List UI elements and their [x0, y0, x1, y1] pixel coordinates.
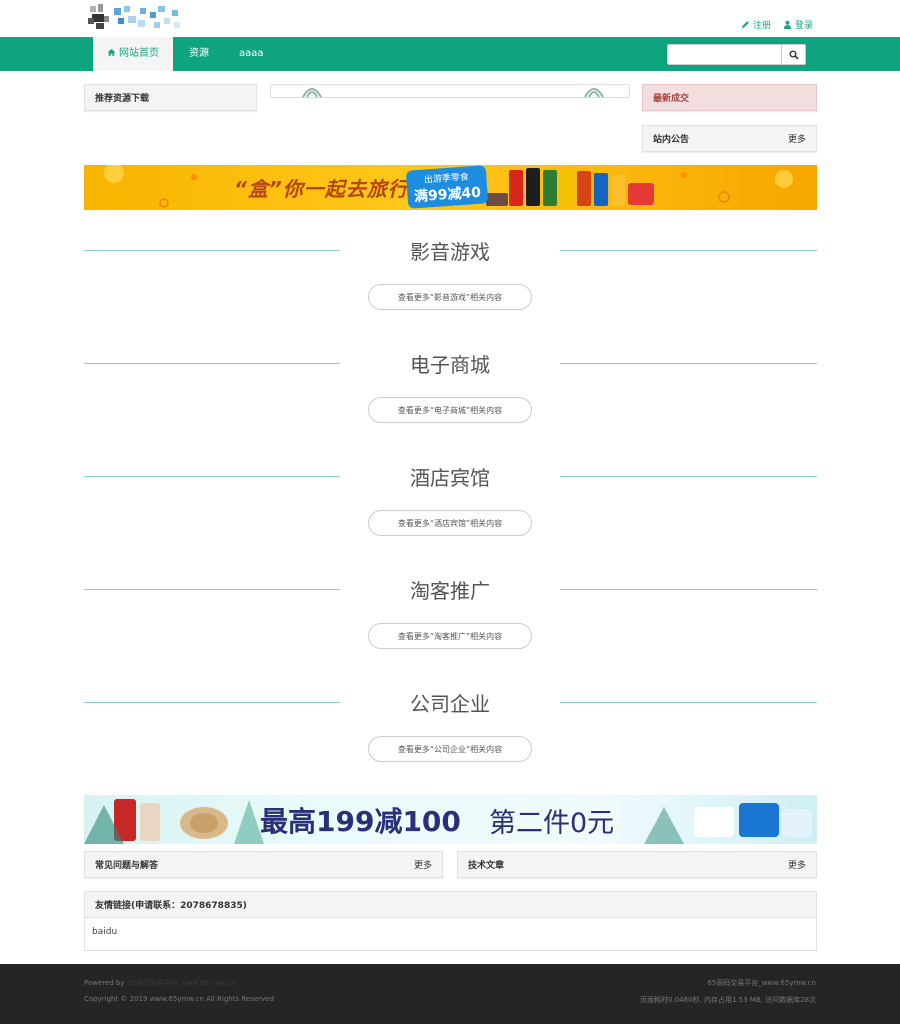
section-divider-right	[560, 589, 817, 590]
section-divider-left	[84, 363, 340, 364]
section-title: 酒店宾馆	[410, 466, 490, 490]
section-title: 电子商城	[410, 353, 490, 377]
notice-title: 站内公告	[653, 135, 690, 145]
faq-title: 常见问题与解答	[95, 861, 159, 871]
footer-powered-prefix: Powered by	[84, 979, 125, 987]
nav-home[interactable]: 网站首页	[93, 37, 173, 71]
banner-badge: 出游季零食 满99减40	[405, 165, 489, 209]
main-nav: 网站首页 资源 aaaa	[0, 37, 900, 71]
section-more-button[interactable]: 查看更多“公司企业”相关内容	[368, 736, 532, 762]
register-link[interactable]: 注册	[741, 18, 771, 31]
section-divider-left	[84, 476, 340, 477]
section-divider-right	[560, 250, 817, 251]
latest-title: 最新成交	[653, 94, 690, 104]
articles-title: 技术文章	[468, 861, 505, 871]
recommend-title: 推荐资源下载	[95, 94, 150, 104]
friend-links-panel: 友情链接(申请联系：2078678835) baidu	[84, 891, 817, 951]
recommend-panel-header: 推荐资源下载	[84, 84, 257, 111]
latest-deals-panel-header: 最新成交	[642, 84, 817, 111]
nav-item-aaaa[interactable]: aaaa	[239, 37, 264, 71]
section-divider-left	[84, 589, 340, 590]
friend-link-item[interactable]: baidu	[92, 927, 117, 937]
section-more-button[interactable]: 查看更多“酒店宾馆”相关内容	[368, 510, 532, 536]
login-label: 登录	[795, 21, 814, 31]
pencil-icon	[741, 21, 749, 29]
articles-panel-header: 技术文章 更多	[457, 851, 817, 878]
image-carousel[interactable]	[270, 84, 630, 98]
home-icon	[107, 48, 116, 57]
section-title: 淘客推广	[410, 579, 490, 603]
footer-powered: Powered by 65源码交易平台_www.65ymw.cn	[84, 978, 235, 988]
promo-text-bold: 最高199减100	[260, 805, 461, 838]
footer-site-name[interactable]: 65源码交易平台_www.65ymw.cn	[707, 978, 816, 988]
register-label: 注册	[753, 21, 772, 31]
notice-panel-header: 站内公告 更多	[642, 125, 817, 152]
login-link[interactable]: 登录	[783, 18, 813, 31]
section-more-button[interactable]: 查看更多“影音游戏”相关内容	[368, 284, 532, 310]
section-divider-left	[84, 250, 340, 251]
articles-more-link[interactable]: 更多	[788, 858, 806, 871]
section-more-button[interactable]: 查看更多“电子商城”相关内容	[368, 397, 532, 423]
promo-ad-banner[interactable]: 最高199减100 第二件0元	[84, 795, 817, 844]
search-icon	[789, 50, 799, 60]
section-divider-right	[560, 363, 817, 364]
section-more-button[interactable]: 查看更多“淘客推广”相关内容	[368, 623, 532, 649]
section-divider-left	[84, 702, 340, 703]
user-icon	[783, 20, 792, 29]
section-divider-right	[560, 476, 817, 477]
faq-panel-header: 常见问题与解答 更多	[84, 851, 443, 878]
snack-ad-banner[interactable]: “盒”你一起去旅行 出游季零食 满99减40	[84, 165, 817, 210]
friend-links-title: 友情链接(申请联系：2078678835)	[85, 892, 816, 918]
nav-home-label: 网站首页	[119, 48, 159, 59]
search-button[interactable]	[782, 44, 806, 65]
section-title: 影音游戏	[410, 240, 490, 264]
nav-item-resources[interactable]: 资源	[189, 37, 209, 71]
notice-more-link[interactable]: 更多	[788, 132, 806, 145]
carousel-prev-icon[interactable]	[301, 84, 323, 98]
section-title: 公司企业	[410, 692, 490, 716]
footer-copyright: Copyright © 2019 www.65ymw.cn All Rights…	[84, 995, 274, 1003]
promo-text-light: 第二件0元	[489, 808, 615, 839]
carousel-next-icon[interactable]	[583, 84, 605, 98]
section-divider-right	[560, 702, 817, 703]
banner-slogan: “盒”你一起去旅行	[234, 177, 409, 201]
search-input[interactable]	[667, 44, 782, 65]
faq-more-link[interactable]: 更多	[414, 858, 432, 871]
site-logo[interactable]	[88, 4, 188, 34]
footer-powered-link[interactable]: 65源码交易平台_www.65ymw.cn	[127, 979, 236, 987]
site-footer: Powered by 65源码交易平台_www.65ymw.cn Copyrig…	[0, 964, 900, 1024]
footer-stats: 页面耗时0.0460秒, 内存占用1.53 MB, 访问数据库28次	[640, 996, 816, 1004]
banner-badge-line2: 满99减40	[413, 184, 482, 206]
